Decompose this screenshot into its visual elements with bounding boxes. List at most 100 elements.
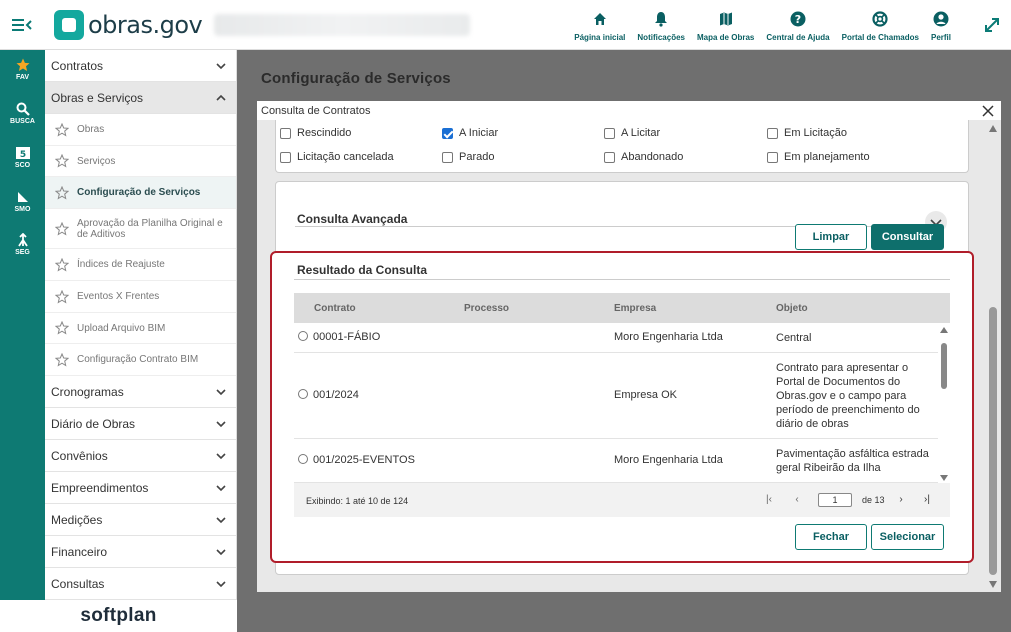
star-outline-icon[interactable] bbox=[55, 289, 69, 304]
softplan-logo: softplan bbox=[0, 600, 237, 632]
nav-home-label: Página inicial bbox=[574, 33, 626, 42]
sidebar-section[interactable]: Diário de Obras bbox=[45, 408, 236, 440]
col-objeto[interactable]: Objeto bbox=[776, 303, 808, 314]
star-outline-icon[interactable] bbox=[55, 321, 69, 335]
nav-notifications[interactable]: Notificações bbox=[631, 0, 691, 50]
rail-fav[interactable]: FAV bbox=[0, 58, 45, 81]
status-checkbox[interactable]: Rescindido bbox=[280, 127, 351, 139]
nav-home[interactable]: Página inicial bbox=[568, 0, 631, 50]
checkbox-icon[interactable] bbox=[767, 151, 778, 163]
obras-gov-logo[interactable]: obras.gov bbox=[54, 10, 203, 40]
sidebar-bottom-sections: Cronogramas Diário de Obras Convênios Empre… bbox=[45, 376, 236, 600]
status-checkbox[interactable]: Abandonado bbox=[604, 151, 683, 163]
checkbox-icon[interactable] bbox=[442, 151, 453, 163]
star-outline-icon[interactable] bbox=[55, 352, 69, 367]
next-page-icon[interactable]: › bbox=[896, 494, 906, 506]
sidebar-item[interactable]: Configuração de Serviços bbox=[45, 177, 236, 209]
sidebar-item[interactable]: Obras bbox=[45, 114, 236, 146]
col-processo[interactable]: Processo bbox=[464, 303, 509, 314]
star-outline-icon[interactable] bbox=[55, 122, 69, 137]
sidebar-section-contratos[interactable]: Contratos bbox=[45, 50, 236, 82]
rail-search[interactable]: BUSCA bbox=[0, 102, 45, 125]
chevron-down-icon bbox=[216, 388, 226, 395]
sidebar-item[interactable]: Eventos X Frentes bbox=[45, 281, 236, 313]
sidebar-item[interactable]: Upload Arquivo BIM bbox=[45, 313, 236, 344]
nav-profile[interactable]: Perfil bbox=[925, 0, 957, 50]
modal-scrollbar[interactable] bbox=[987, 121, 999, 592]
nav-map[interactable]: Mapa de Obras bbox=[691, 0, 760, 50]
table-row[interactable]: 001/2024 Empresa OK Contrato para apresent… bbox=[294, 353, 938, 439]
cell-objeto-line: Obras.gov e o campo para bbox=[776, 390, 907, 402]
rail-smo[interactable]: SMO bbox=[0, 190, 45, 213]
select-button[interactable]: Selecionar bbox=[871, 524, 944, 550]
row-radio[interactable] bbox=[298, 389, 308, 399]
seg-icon bbox=[17, 233, 28, 247]
nav-profile-label: Perfil bbox=[930, 33, 951, 42]
page-number-input[interactable]: 1 bbox=[818, 493, 852, 507]
close-icon[interactable] bbox=[981, 104, 995, 118]
sidebar-item-label: Eventos X Frentes bbox=[77, 291, 160, 302]
prev-page-icon[interactable]: ‹ bbox=[792, 494, 802, 506]
checkbox-icon[interactable] bbox=[280, 151, 291, 163]
status-checkbox[interactable]: Em planejamento bbox=[767, 151, 870, 163]
table-row[interactable]: 00001-FÁBIO Moro Engenharia Ltda Central bbox=[294, 323, 938, 353]
status-checkbox[interactable]: Licitação cancelada bbox=[280, 151, 394, 163]
col-contrato[interactable]: Contrato bbox=[314, 303, 356, 314]
status-checkbox[interactable]: A Licitar bbox=[604, 127, 660, 139]
first-page-icon[interactable]: |‹ bbox=[764, 494, 774, 506]
chevron-down-icon bbox=[216, 452, 226, 459]
results-section: Resultado da Consulta Contrato Processo … bbox=[270, 251, 974, 563]
sidebar-section[interactable]: Cronogramas bbox=[45, 376, 236, 408]
rail-smo-label: SMO bbox=[14, 206, 31, 213]
sidebar-item[interactable]: Configuração Contrato BIM bbox=[45, 344, 236, 376]
rail-fav-label: FAV bbox=[15, 74, 30, 81]
rail-sco[interactable]: 5 SCO bbox=[0, 146, 45, 169]
sidebar-item[interactable]: Índices de Reajuste bbox=[45, 249, 236, 281]
row-radio[interactable] bbox=[298, 454, 308, 464]
row-radio[interactable] bbox=[298, 331, 308, 341]
checkbox-icon[interactable] bbox=[767, 127, 778, 139]
col-empresa[interactable]: Empresa bbox=[614, 303, 656, 314]
sidebar-section[interactable]: Consultas bbox=[45, 568, 236, 600]
cell-contrato: 001/2025-EVENTOS bbox=[298, 454, 415, 466]
bell-icon bbox=[655, 12, 668, 27]
cell-objeto-line: Contrato para apresentar o bbox=[776, 362, 909, 374]
star-outline-icon[interactable] bbox=[55, 154, 69, 168]
star-outline-icon[interactable] bbox=[55, 221, 69, 236]
clear-button[interactable]: Limpar bbox=[795, 224, 867, 250]
status-checkbox[interactable]: A Iniciar bbox=[442, 127, 498, 139]
star-outline-icon[interactable] bbox=[55, 257, 69, 272]
rail-seg[interactable]: SEG bbox=[0, 233, 45, 256]
menu-collapse-icon[interactable] bbox=[12, 16, 32, 34]
rail-sco-label: SCO bbox=[14, 162, 31, 169]
search-button[interactable]: Consultar bbox=[871, 224, 944, 250]
search-icon bbox=[16, 102, 30, 116]
sidebar-section[interactable]: Medições bbox=[45, 504, 236, 536]
last-page-icon[interactable]: ›| bbox=[922, 494, 932, 506]
chevron-down-icon bbox=[216, 580, 226, 587]
sidebar-section-obras-servicos[interactable]: Obras e Serviços bbox=[45, 82, 236, 114]
lifebuoy-icon bbox=[872, 11, 888, 27]
table-row[interactable]: 001/2025-EVENTOS Moro Engenharia Ltda Pavi… bbox=[294, 439, 938, 483]
status-checkbox[interactable]: Em Licitação bbox=[767, 127, 847, 139]
sidebar-item[interactable]: Aprovação da Planilha Original e de Adit… bbox=[45, 209, 236, 249]
checkbox-icon[interactable] bbox=[604, 151, 615, 163]
sidebar-section[interactable]: Empreendimentos bbox=[45, 472, 236, 504]
checkbox-icon[interactable] bbox=[280, 127, 291, 139]
nav-help[interactable]: ? Central de Ajuda bbox=[760, 0, 835, 50]
checkbox-checked-icon[interactable] bbox=[442, 127, 453, 139]
nav-tickets[interactable]: Portal de Chamados bbox=[836, 0, 925, 50]
sidebar-section-label: Cronogramas bbox=[51, 384, 124, 399]
expand-icon[interactable] bbox=[983, 16, 1001, 34]
table-scrollbar[interactable] bbox=[938, 325, 950, 483]
cell-contrato-text: 00001-FÁBIO bbox=[313, 331, 381, 343]
checkbox-icon[interactable] bbox=[604, 127, 615, 139]
rail-seg-label: SEG bbox=[15, 249, 30, 256]
close-button[interactable]: Fechar bbox=[795, 524, 867, 550]
sidebar-section[interactable]: Financeiro bbox=[45, 536, 236, 568]
sidebar-section[interactable]: Convênios bbox=[45, 440, 236, 472]
star-outline-icon[interactable] bbox=[55, 185, 69, 200]
sidebar-item[interactable]: Serviços bbox=[45, 146, 236, 177]
status-checkbox[interactable]: Parado bbox=[442, 151, 494, 163]
status-checkbox-label: Em Licitação bbox=[784, 127, 847, 139]
